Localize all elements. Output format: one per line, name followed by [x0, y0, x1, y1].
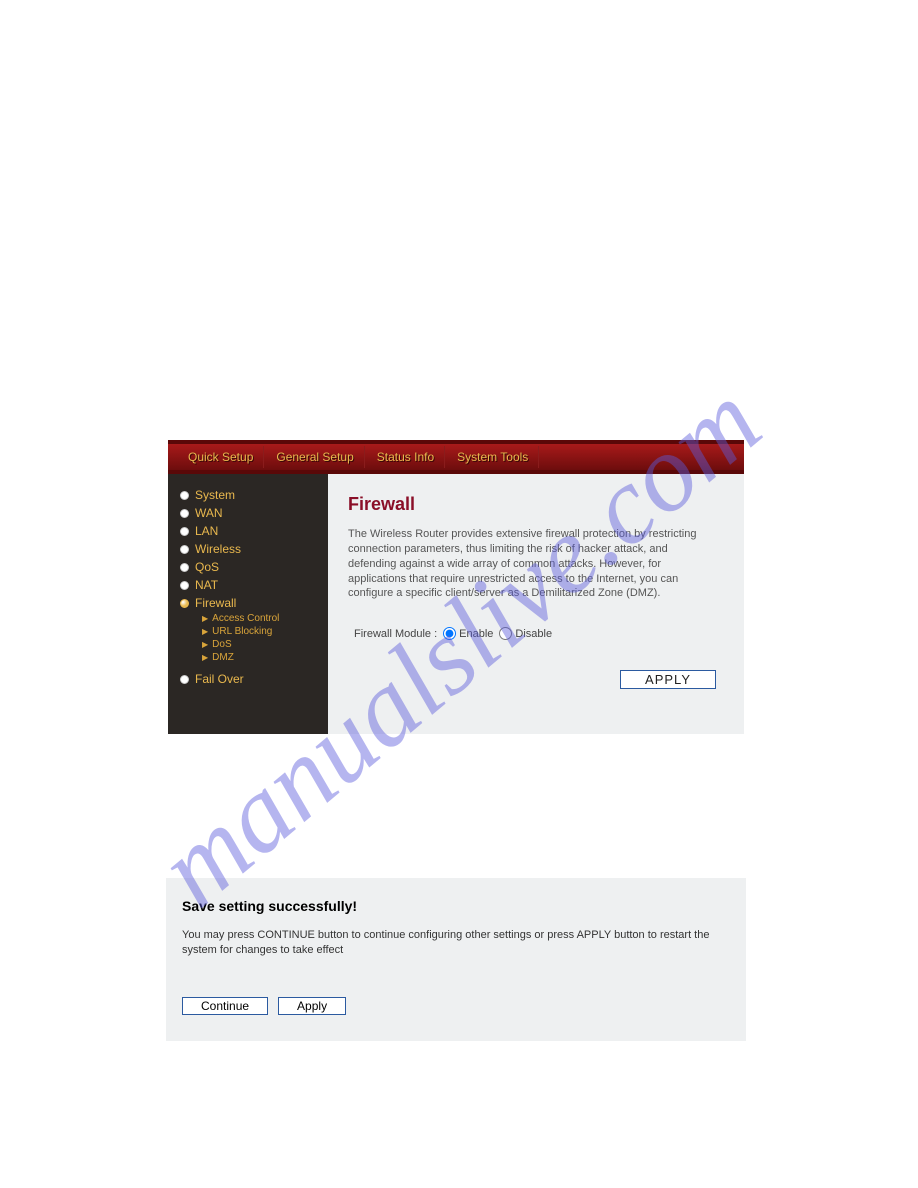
- sidenav-item-label: Fail Over: [195, 672, 244, 686]
- sidenav-item-nat[interactable]: NAT: [180, 576, 320, 594]
- page-description: The Wireless Router provides extensive f…: [348, 527, 716, 601]
- save-buttons: Continue Apply: [182, 997, 730, 1015]
- radio-icon: [180, 491, 189, 500]
- router-admin-window: Quick Setup General Setup Status Info Sy…: [168, 440, 744, 734]
- sidenav-item-system[interactable]: System: [180, 486, 320, 504]
- tab-quick-setup[interactable]: Quick Setup: [178, 446, 264, 468]
- sidenav-sub-label: DoS: [212, 639, 231, 650]
- radio-icon: [180, 563, 189, 572]
- sidenav-item-qos[interactable]: QoS: [180, 558, 320, 576]
- sidenav-sub-label: URL Blocking: [212, 626, 272, 637]
- radio-icon: [180, 527, 189, 536]
- sidenav-sub-dos[interactable]: ▶ DoS: [180, 638, 320, 651]
- module-label: Firewall Module :: [354, 628, 437, 640]
- side-nav: System WAN LAN Wireless QoS NAT: [168, 474, 328, 734]
- radio-icon: [180, 675, 189, 684]
- sidenav-item-label: NAT: [195, 578, 218, 592]
- radio-enable-label: Enable: [459, 628, 493, 640]
- sidenav-item-firewall[interactable]: Firewall: [180, 594, 320, 612]
- sidenav-item-label: System: [195, 488, 235, 502]
- sidenav-item-failover[interactable]: Fail Over: [180, 670, 320, 688]
- save-setting-panel: Save setting successfully! You may press…: [166, 878, 746, 1041]
- radio-icon: [180, 545, 189, 554]
- router-body: System WAN LAN Wireless QoS NAT: [168, 474, 744, 734]
- radio-disable[interactable]: Disable: [499, 627, 552, 640]
- radio-disable-label: Disable: [515, 628, 552, 640]
- sidenav-item-wireless[interactable]: Wireless: [180, 540, 320, 558]
- page-title: Firewall: [348, 494, 716, 515]
- sidenav-item-label: QoS: [195, 560, 219, 574]
- radio-icon: [180, 581, 189, 590]
- sidenav-item-label: LAN: [195, 524, 218, 538]
- top-nav: Quick Setup General Setup Status Info Sy…: [168, 440, 744, 474]
- tab-general-setup[interactable]: General Setup: [266, 446, 364, 468]
- radio-enable-input[interactable]: [443, 627, 456, 640]
- sidenav-sub-access-control[interactable]: ▶ Access Control: [180, 612, 320, 625]
- triangle-icon: ▶: [202, 653, 208, 662]
- sidenav-sub-label: DMZ: [212, 652, 234, 663]
- radio-icon: [180, 509, 189, 518]
- sidenav-item-wan[interactable]: WAN: [180, 504, 320, 522]
- apply-button[interactable]: APPLY: [620, 670, 716, 689]
- radio-enable[interactable]: Enable: [443, 627, 493, 640]
- apply-button-confirm[interactable]: Apply: [278, 997, 346, 1015]
- sidenav-sub-label: Access Control: [212, 613, 279, 624]
- firewall-module-row: Firewall Module : Enable Disable: [354, 627, 716, 640]
- tab-system-tools[interactable]: System Tools: [447, 446, 539, 468]
- save-title: Save setting successfully!: [182, 898, 730, 914]
- continue-button[interactable]: Continue: [182, 997, 268, 1015]
- sidenav-item-lan[interactable]: LAN: [180, 522, 320, 540]
- sidenav-item-label: Firewall: [195, 596, 236, 610]
- tab-status-info[interactable]: Status Info: [367, 446, 445, 468]
- triangle-icon: ▶: [202, 640, 208, 649]
- save-message: You may press CONTINUE button to continu…: [182, 928, 730, 959]
- radio-selected-icon: [180, 599, 189, 608]
- sidenav-sub-dmz[interactable]: ▶ DMZ: [180, 651, 320, 664]
- radio-disable-input[interactable]: [499, 627, 512, 640]
- sidenav-item-label: Wireless: [195, 542, 241, 556]
- sidenav-sub-url-blocking[interactable]: ▶ URL Blocking: [180, 625, 320, 638]
- triangle-icon: ▶: [202, 614, 208, 623]
- sidenav-item-label: WAN: [195, 506, 223, 520]
- content-pane: Firewall The Wireless Router provides ex…: [328, 474, 744, 734]
- triangle-icon: ▶: [202, 627, 208, 636]
